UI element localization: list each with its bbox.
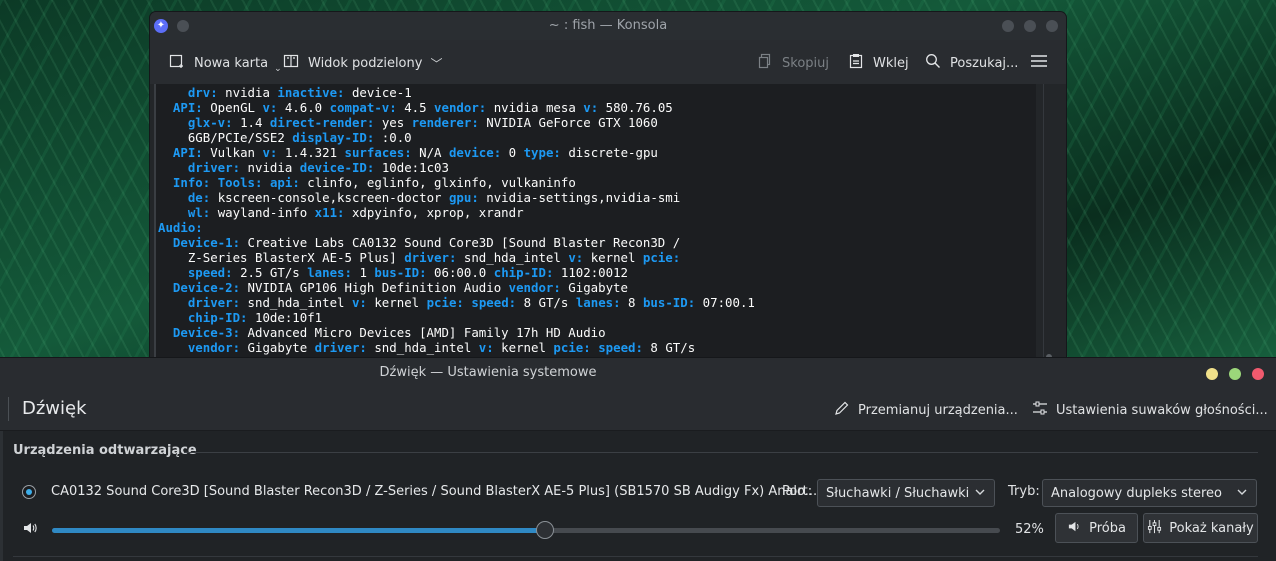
test-sound-button[interactable]: Próba (1055, 513, 1138, 543)
terminal-line: Device-1: Creative Labs CA0132 Sound Cor… (172, 235, 681, 250)
konsole-minimize-button[interactable] (1002, 20, 1014, 32)
copy-button[interactable]: Skopiuj (756, 53, 829, 73)
playback-devices-panel: Urządzenia odtwarzające CA0132 Sound Cor… (0, 431, 1276, 561)
terminal-line: Info: Tools: api: clinfo, eglinfo, glxin… (172, 175, 576, 190)
volume-percentage: 52% (1015, 522, 1044, 537)
settings-maximize-button[interactable] (1229, 368, 1241, 380)
terminal-line: Device-3: Advanced Micro Devices [AMD] F… (172, 325, 606, 340)
terminal-line: drv: nvidia inactive: device-1 (187, 85, 412, 100)
default-device-radio[interactable] (22, 485, 36, 499)
terminal-line: de: kscreen-console,kscreen-doctor gpu: … (187, 190, 681, 205)
find-label: Poszukaj... (950, 55, 1019, 71)
volume-slider-settings-button[interactable]: Ustawienia suwaków głośności... (1032, 400, 1268, 420)
terminal-line: Audio: (158, 220, 203, 235)
sliders-icon (1032, 400, 1048, 420)
paste-label: Wklej (873, 55, 909, 71)
terminal-line: glx-v: 1.4 direct-render: yes renderer: … (187, 115, 658, 130)
split-view-label: Widok podzielony (308, 55, 423, 71)
hamburger-menu-icon (1030, 53, 1048, 73)
mode-label: Tryb: (1008, 484, 1040, 499)
terminal-line: wl: wayland-info x11: xdpyinfo, xprop, x… (187, 205, 524, 220)
settings-window-title: Dźwięk — Ustawienia systemowe (379, 365, 597, 380)
terminal-line: 6GB/PCIe/SSE2 display-ID: :0.0 (158, 130, 412, 145)
settings-minimize-button[interactable] (1206, 368, 1218, 380)
terminal-line: Device-2: NVIDIA GP106 High Definition A… (172, 280, 628, 295)
volume-slider[interactable] (52, 521, 1000, 539)
copy-label: Skopiuj (782, 55, 829, 71)
port-select-value: Słuchawki / Słuchawki (826, 486, 970, 501)
radio-selected-dot (26, 489, 32, 495)
paste-button[interactable]: Wklej (847, 53, 909, 73)
section-heading: Urządzenia odtwarzające (13, 443, 197, 458)
terminal-line: API: OpenGL v: 4.6.0 compat-v: 4.5 vendo… (172, 100, 673, 115)
chevron-down-icon: ﹀ (430, 56, 443, 71)
terminal-scrollbar[interactable] (1043, 84, 1054, 362)
konsole-titlebar[interactable]: ✦ ~ : fish — Konsola (150, 12, 1066, 40)
speaker-icon (1067, 519, 1082, 538)
terminal-line: driver: nvidia device-ID: 10de:1c03 (187, 160, 449, 175)
konsole-toolbar: Nowa karta ⌄ Widok podzielony ﹀ Skopiuj … (150, 40, 1066, 84)
konsole-window-title: ~ : fish — Konsola (548, 18, 668, 33)
page-header: Dźwięk Przemianuj urządzenia... Ustawien… (0, 388, 1276, 431)
terminal-line: driver: snd_hda_intel v: kernel pcie: sp… (187, 295, 755, 310)
volume-slider-handle[interactable] (535, 521, 554, 539)
paste-icon (847, 53, 865, 73)
left-edge (0, 431, 3, 561)
port-label: Port: (782, 484, 813, 499)
hamburger-menu-button[interactable] (1030, 53, 1048, 73)
rename-devices-button[interactable]: Przemianuj urządzenia... (834, 400, 1018, 420)
split-view-button[interactable]: Widok podzielony ﹀ (282, 53, 442, 73)
search-icon (924, 53, 942, 73)
rename-devices-label: Przemianuj urządzenia... (858, 402, 1018, 418)
settings-titlebar[interactable]: Dźwięk — Ustawienia systemowe (0, 358, 1276, 388)
new-tab-icon (168, 53, 186, 73)
konsole-maximize-button[interactable] (1024, 20, 1036, 32)
port-select[interactable]: Słuchawki / Słuchawki (817, 479, 995, 507)
volume-slider-settings-label: Ustawienia suwaków głośności... (1056, 402, 1268, 418)
pencil-icon (834, 400, 850, 420)
device-name: CA0132 Sound Core3D [Sound Blaster Recon… (51, 484, 818, 499)
test-sound-label: Próba (1089, 520, 1126, 536)
sliders-icon (1147, 519, 1162, 538)
volume-slider-fill (52, 528, 545, 533)
terminal-line: vendor: Gigabyte driver: snd_hda_intel v… (187, 340, 696, 355)
settings-close-button[interactable] (1252, 368, 1264, 380)
terminal-line: Z-Series BlasterX AE-5 Plus] driver: snd… (158, 250, 681, 265)
split-view-icon (282, 53, 300, 73)
mode-select-value: Analogowy dupleks stereo (1051, 486, 1222, 501)
mode-select[interactable]: Analogowy dupleks stereo (1042, 479, 1257, 507)
chevron-down-icon (1236, 485, 1248, 502)
new-tab-label: Nowa karta (194, 55, 269, 71)
konsole-window: ✦ ~ : fish — Konsola Nowa karta ⌄ Widok … (150, 12, 1066, 362)
copy-icon (756, 53, 774, 73)
konsole-close-button[interactable] (1046, 20, 1058, 32)
header-divider (8, 397, 9, 421)
terminal-line: speed: 2.5 GT/s lanes: 1 bus-ID: 06:00.0… (187, 265, 629, 280)
terminal-output[interactable]: drv: nvidia inactive: device-1 API: Open… (154, 84, 1036, 362)
section-divider (184, 452, 1258, 453)
device-row-divider (13, 556, 1258, 557)
terminal-line: chip-ID: 10de:10f1 (187, 310, 323, 325)
show-channels-button[interactable]: Pokaż kanały (1143, 513, 1258, 543)
show-channels-label: Pokaż kanały (1169, 520, 1254, 536)
system-settings-window: Dźwięk — Ustawienia systemowe Dźwięk Prz… (0, 357, 1276, 561)
new-tab-dropdown-icon[interactable]: ⌄ (274, 64, 282, 74)
terminal-line: API: Vulkan v: 1.4.321 surfaces: N/A dev… (172, 145, 658, 160)
page-title: Dźwięk (22, 398, 87, 419)
speaker-icon[interactable] (22, 520, 38, 540)
new-tab-button[interactable]: Nowa karta ⌄ (168, 53, 282, 74)
find-button[interactable]: Poszukaj... (924, 53, 1018, 73)
chevron-down-icon (974, 485, 986, 502)
terminal-text: drv: nvidia inactive: device-1 API: Open… (156, 84, 1036, 355)
